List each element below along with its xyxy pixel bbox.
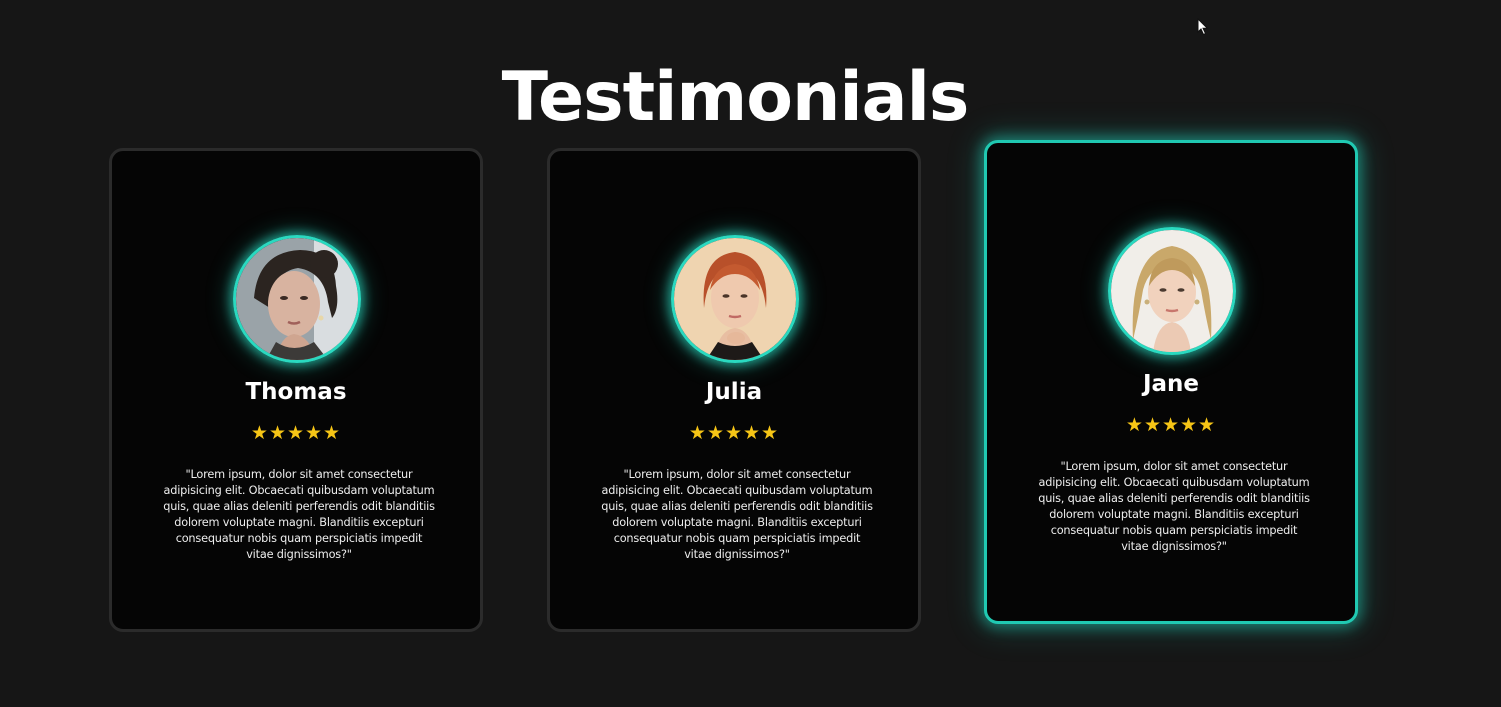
testimonial-card-thomas[interactable]: Thomas ★★★★★ "Lorem ipsum, dolor sit ame… [109,148,483,632]
testimonial-quote: "Lorem ipsum, dolor sit amet consectetur… [1038,460,1310,554]
avatar [671,235,799,363]
testimonial-quote: "Lorem ipsum, dolor sit amet consectetur… [163,468,435,562]
testimonials-page: Testimonials Thomas ★★★★★ "Lorem ipsum, … [0,0,1501,707]
star-rating: ★★★★★ [250,422,342,444]
star-rating: ★★★★★ [688,422,780,444]
testimonial-quote: "Lorem ipsum, dolor sit amet consectetur… [601,468,873,562]
avatar [1108,227,1236,355]
reviewer-name: Julia [705,379,763,405]
reviewer-name: Thomas [245,379,347,405]
avatar-photo [1111,230,1233,352]
reviewer-name: Jane [1142,371,1200,397]
testimonial-card-jane[interactable]: Jane ★★★★★ "Lorem ipsum, dolor sit amet … [984,140,1358,624]
section-title: Testimonials [501,57,970,137]
avatar-photo [236,238,358,360]
avatar [233,235,361,363]
avatar-photo [674,238,796,360]
testimonial-card-julia[interactable]: Julia ★★★★★ "Lorem ipsum, dolor sit amet… [547,148,921,632]
mouse-pointer-icon [1197,18,1209,36]
star-rating: ★★★★★ [1125,414,1217,436]
